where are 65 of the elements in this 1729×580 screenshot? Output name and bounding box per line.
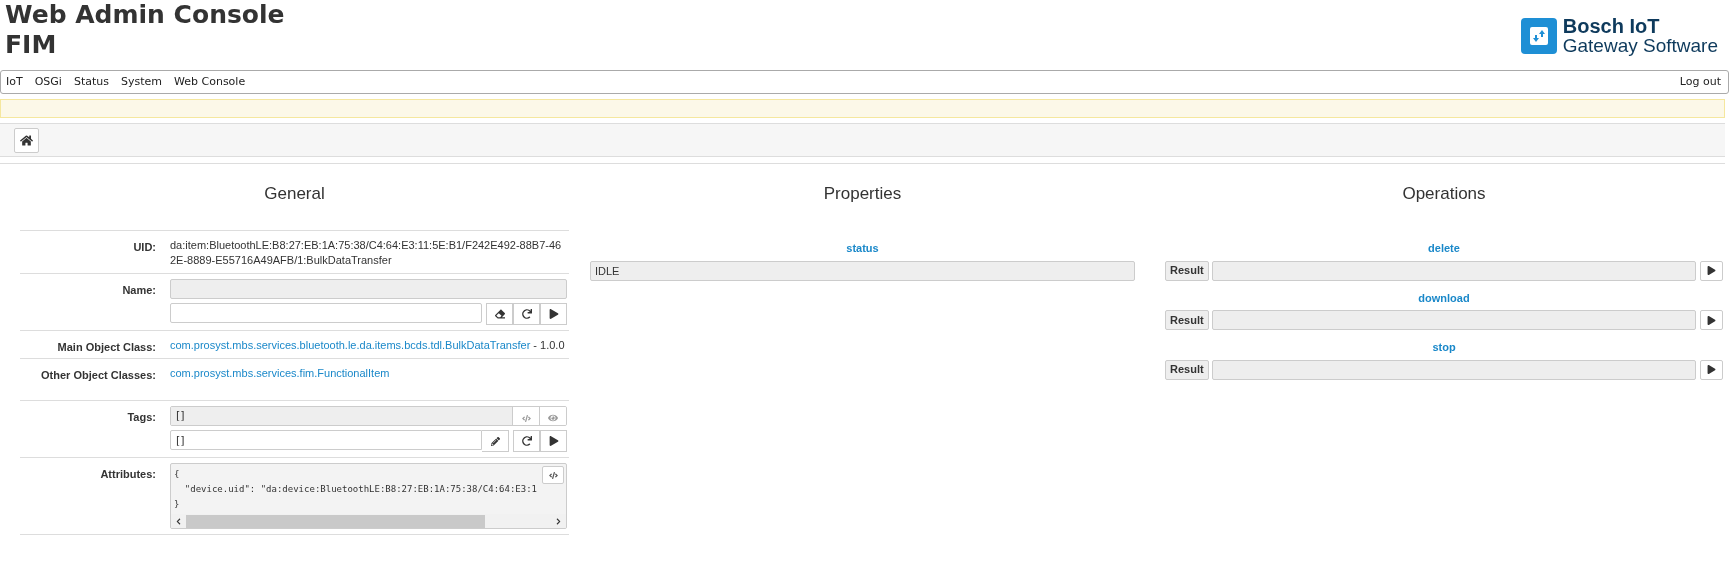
- refresh-button[interactable]: [513, 430, 540, 452]
- play-icon: [1707, 315, 1716, 325]
- section-heading: General: [264, 183, 325, 206]
- field-label: Tags:: [127, 411, 156, 423]
- code-line: }: [174, 498, 180, 511]
- play-icon: [1707, 266, 1716, 275]
- nav-link[interactable]: Web Console: [174, 73, 246, 91]
- field-label: Other Object Classes:: [41, 369, 156, 381]
- run-button[interactable]: [1700, 359, 1723, 380]
- page-subtitle: FIM: [5, 30, 58, 60]
- uid-value: da:item:BluetoothLE:B8:27:EB:1A:75:38/C4:64:E3:11:5E:B1/F242E492-88B7-462E-8889-E55716A49AFB/1:BulkDataTransfer: [170, 238, 563, 268]
- scroll-right-icon: [555, 517, 562, 525]
- nav-link[interactable]: IoT: [6, 73, 23, 91]
- logo-icon: [1520, 18, 1557, 54]
- operation-name: stop: [1432, 340, 1456, 355]
- refresh-button[interactable]: [513, 303, 540, 325]
- eraser-icon: [494, 309, 505, 319]
- section-heading: Operations: [1402, 183, 1486, 206]
- code-icon: [548, 470, 558, 480]
- source-button[interactable]: [542, 466, 564, 484]
- run-button[interactable]: [1700, 310, 1723, 330]
- run-button[interactable]: [1700, 260, 1723, 281]
- play-icon: [548, 436, 559, 446]
- refresh-icon: [521, 309, 532, 319]
- page-title: Web Admin Console: [5, 0, 285, 30]
- code-icon: [521, 413, 531, 423]
- nav-link[interactable]: System: [121, 73, 163, 91]
- scroll-left-icon: [175, 517, 182, 525]
- logout-link[interactable]: Log out: [1679, 73, 1721, 91]
- field-label: Name:: [122, 284, 156, 296]
- property-value: IDLE: [590, 260, 1135, 281]
- result-button[interactable]: Result: [1165, 310, 1209, 330]
- name-input[interactable]: [170, 303, 482, 323]
- logo-brand: Bosch IoT: [1562, 17, 1661, 36]
- class-link[interactable]: com.prosyst.mbs.services.bluetooth.le.da.items.bcds.tdl.BulkDataTransfer: [170, 339, 531, 351]
- field-label: Main Object Class:: [57, 341, 156, 353]
- nav-link[interactable]: Status: [73, 73, 109, 91]
- eye-icon: [548, 413, 558, 423]
- operation-name: delete: [1428, 241, 1460, 256]
- edit-button[interactable]: [482, 430, 509, 452]
- result-button[interactable]: Result: [1165, 359, 1209, 380]
- section-heading: Properties: [823, 183, 902, 206]
- property-name: status: [846, 241, 879, 256]
- logo-product: Gateway Software: [1562, 36, 1718, 55]
- result-button[interactable]: Result: [1165, 260, 1209, 281]
- horizontal-scrollbar[interactable]: [171, 514, 566, 528]
- home-icon: [20, 133, 33, 147]
- play-icon: [1707, 365, 1716, 374]
- version-text: - 1.0.0: [532, 339, 565, 351]
- nav-link[interactable]: OSGi: [34, 73, 62, 91]
- code-line: "device.uid": "da:device:BluetoothLE:B8:27:EB:1A:75:38/C4:64:E3:1: [183, 483, 538, 496]
- tags-display: []: [171, 407, 512, 425]
- refresh-icon: [521, 436, 532, 446]
- tags-input[interactable]: []: [170, 430, 482, 450]
- run-button[interactable]: [540, 430, 567, 452]
- pencil-icon: [490, 436, 500, 446]
- class-link[interactable]: com.prosyst.mbs.services.fim.FunctionalItem: [170, 367, 390, 379]
- code-line: {: [174, 468, 180, 481]
- field-label: UID:: [133, 241, 156, 253]
- run-button[interactable]: [540, 303, 567, 325]
- operation-name: download: [1418, 290, 1470, 306]
- play-icon: [548, 309, 559, 319]
- clear-button[interactable]: [486, 303, 513, 325]
- field-label: Attributes:: [100, 468, 156, 480]
- home-button[interactable]: [14, 127, 39, 153]
